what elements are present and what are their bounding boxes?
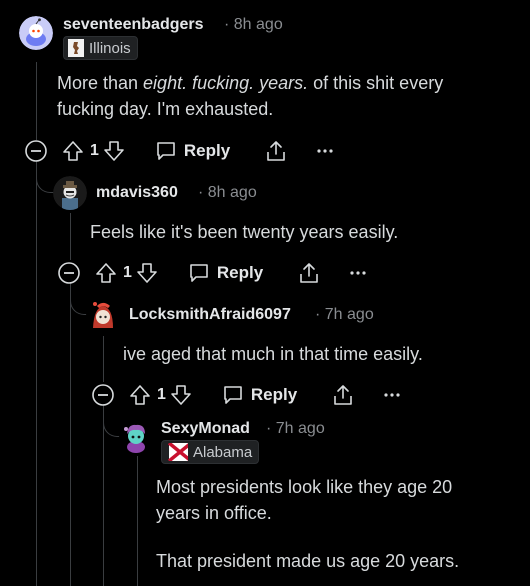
user-flair: Illinois <box>63 36 138 60</box>
comment-author[interactable]: seventeenbadgers <box>63 16 204 34</box>
minus-circle-icon[interactable] <box>57 261 81 285</box>
vote-count: 1 <box>123 264 132 281</box>
upvote-arrow-icon[interactable] <box>95 262 117 284</box>
thread-line-level-4 <box>137 456 138 586</box>
reply-label: Reply <box>183 141 231 160</box>
comment-author[interactable]: mdavis360 <box>96 184 178 202</box>
speech-bubble-icon <box>222 384 244 406</box>
minus-circle-icon[interactable] <box>24 139 48 163</box>
comment-body: Feels like it's been twenty years easily… <box>90 222 399 242</box>
reply-button[interactable]: Reply <box>188 262 263 284</box>
ellipsis-icon[interactable] <box>316 146 334 156</box>
comment-time: · 8h ago <box>224 16 283 34</box>
comment-actions: 1 Reply <box>91 380 401 410</box>
alabama-flag-icon <box>167 443 188 461</box>
upvote-arrow-icon[interactable] <box>129 384 151 406</box>
thread-line-level-2-continue <box>70 284 71 586</box>
separator-dot: · <box>224 16 230 33</box>
share-icon[interactable] <box>331 383 355 407</box>
vote-count: 1 <box>90 142 99 159</box>
avatar[interactable] <box>119 420 153 454</box>
comment-time: · 8h ago <box>198 184 257 202</box>
downvote-arrow-icon[interactable] <box>170 384 192 406</box>
ellipsis-icon[interactable] <box>383 390 401 400</box>
comment-actions: 1 Reply <box>57 258 367 288</box>
flair-label: Illinois <box>89 39 131 57</box>
comment-body: Most presidents look like they age 20 ye… <box>156 477 453 523</box>
comment-body: More than eight. fucking. years. of this… <box>57 73 444 119</box>
snoo-avatar-icon <box>19 16 53 50</box>
comment-timestamp: 7h ago <box>324 306 374 323</box>
speech-bubble-icon <box>155 140 177 162</box>
thread-line-level-3-continue <box>103 406 104 586</box>
flair-label: Alabama <box>193 443 253 461</box>
thread-line-level-1-continue <box>36 162 37 586</box>
reply-label: Reply <box>250 385 298 404</box>
snoo-avatar-icon <box>119 420 153 454</box>
thread-line-level-3 <box>103 336 104 382</box>
downvote-arrow-icon[interactable] <box>103 140 125 162</box>
user-flair: Alabama <box>161 440 260 464</box>
comment-body-paragraph-2: That president made us age 20 years. <box>156 551 460 571</box>
comment-author[interactable]: SexyMonad <box>161 420 250 438</box>
snoo-avatar-icon <box>53 176 87 210</box>
speech-bubble-icon <box>188 262 210 284</box>
avatar[interactable] <box>53 176 87 210</box>
reply-button[interactable]: Reply <box>222 384 297 406</box>
ellipsis-icon[interactable] <box>349 268 367 278</box>
avatar[interactable] <box>19 16 53 50</box>
comment-timestamp: 8h ago <box>233 16 283 33</box>
vote-count: 1 <box>157 386 166 403</box>
separator-dot: · <box>315 306 321 323</box>
avatar[interactable] <box>86 298 120 332</box>
reply-button[interactable]: Reply <box>155 140 230 162</box>
snoo-avatar-icon <box>86 298 120 332</box>
comment-author[interactable]: LocksmithAfraid6097 <box>129 306 291 324</box>
illinois-flag-icon <box>68 39 84 57</box>
reply-label: Reply <box>216 263 264 282</box>
minus-circle-icon[interactable] <box>91 383 115 407</box>
share-icon[interactable] <box>297 261 321 285</box>
comment-body: ive aged that much in that time easily. <box>123 344 423 364</box>
thread-line-level-2 <box>70 213 71 260</box>
comment-time: · 7h ago <box>266 420 325 438</box>
comment-time: · 7h ago <box>315 306 374 324</box>
comment-actions: 1 Reply <box>24 136 334 166</box>
separator-dot: · <box>198 184 204 201</box>
separator-dot: · <box>266 420 272 437</box>
comment-timestamp: 7h ago <box>275 420 325 437</box>
share-icon[interactable] <box>264 139 288 163</box>
thread-line-level-1 <box>36 62 37 140</box>
comment-timestamp: 8h ago <box>207 184 257 201</box>
upvote-arrow-icon[interactable] <box>62 140 84 162</box>
downvote-arrow-icon[interactable] <box>136 262 158 284</box>
